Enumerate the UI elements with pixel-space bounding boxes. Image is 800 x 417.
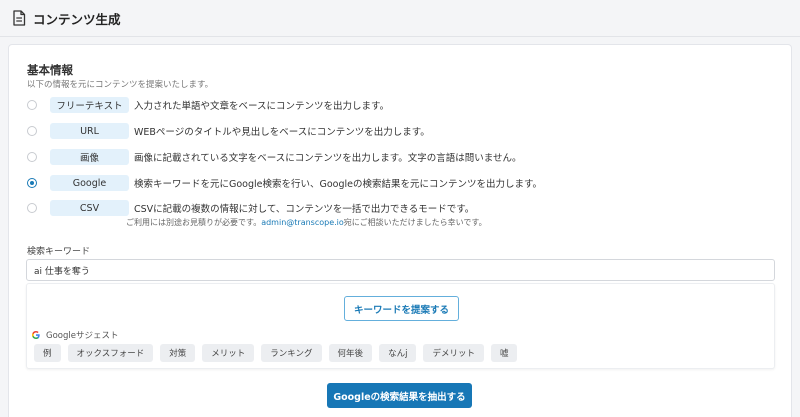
radio-csv[interactable] [27, 203, 37, 213]
suggest-chip[interactable]: メリット [202, 344, 255, 362]
keyword-label: 検索キーワード [27, 247, 91, 257]
option-description: WEBページのタイトルや見出しをベースにコンテンツを出力します。 [134, 127, 430, 138]
csv-note: ご利用には別途お見積りが必要です。admin@transcope.io宛にご相談… [126, 217, 487, 228]
suggest-chip[interactable]: 嘘 [490, 344, 518, 362]
suggest-panel: キーワードを提案する Googleサジェスト 例 オックスフォード 対策 メリッ… [26, 283, 775, 369]
suggest-chip[interactable]: ランキング [261, 344, 322, 362]
option-label: URL [50, 123, 129, 139]
option-label: 画像 [50, 149, 129, 165]
suggest-chips: 例 オックスフォード 対策 メリット ランキング 何年後 なんj デメリット 嘘 [34, 344, 524, 362]
suggest-chip[interactable]: オックスフォード [67, 344, 154, 362]
suggest-chip[interactable]: 何年後 [328, 344, 373, 362]
google-suggest-header: Googleサジェスト [31, 329, 118, 341]
option-description: 検索キーワードを元にGoogle検索を行い、Googleの検索結果を元にコンテン… [134, 179, 543, 190]
section-subtitle: 以下の情報を元にコンテンツを提案いたします。 [27, 80, 214, 90]
option-description: 入力された単語や文章をベースにコンテンツを出力します。 [134, 101, 390, 112]
header-divider [0, 36, 800, 37]
option-description: 画像に記載されている文字をベースにコンテンツを出力します。文字の言語は問いません… [134, 153, 522, 164]
suggest-chip[interactable]: 対策 [160, 344, 196, 362]
content-card: 基本情報 以下の情報を元にコンテンツを提案いたします。 フリーテキスト 入力され… [8, 44, 792, 417]
radio-free-text[interactable] [27, 100, 37, 110]
keyword-input[interactable] [26, 259, 775, 281]
option-label: Google [50, 175, 129, 191]
google-suggest-label: Googleサジェスト [46, 331, 119, 341]
suggest-chip[interactable]: 例 [34, 344, 61, 362]
option-free-text[interactable]: フリーテキスト 入力された単語や文章をベースにコンテンツを出力します。 [27, 97, 389, 113]
extract-google-results-button[interactable]: Googleの検索結果を抽出する [327, 383, 472, 408]
option-google[interactable]: Google 検索キーワードを元にGoogle検索を行い、Googleの検索結果… [27, 175, 542, 191]
option-csv[interactable]: CSV CSVに記載の複数の情報に対して、コンテンツを一括で出力できるモードです… [27, 200, 474, 216]
option-url[interactable]: URL WEBページのタイトルや見出しをベースにコンテンツを出力します。 [27, 123, 430, 139]
document-icon [13, 10, 26, 26]
option-label: CSV [50, 200, 129, 216]
google-logo-icon [32, 331, 40, 339]
page-header: コンテンツ生成 [0, 0, 800, 36]
option-image[interactable]: 画像 画像に記載されている文字をベースにコンテンツを出力します。文字の言語は問い… [27, 149, 522, 165]
radio-google[interactable] [27, 178, 37, 188]
suggest-chip[interactable]: デメリット [423, 344, 484, 362]
option-label: フリーテキスト [50, 97, 129, 113]
suggest-chip[interactable]: なんj [379, 344, 417, 362]
radio-image[interactable] [27, 152, 37, 162]
option-description: CSVに記載の複数の情報に対して、コンテンツを一括で出力できるモードです。 [134, 204, 475, 215]
propose-keywords-button[interactable]: キーワードを提案する [344, 296, 459, 321]
csv-note-prefix: ご利用には別途お見積りが必要です。 [126, 218, 262, 227]
contact-email-link[interactable]: admin@transcope.io [261, 218, 344, 227]
csv-note-suffix: 宛にご相談いただけましたら幸いです。 [343, 218, 487, 227]
section-title: 基本情報 [27, 63, 73, 77]
radio-url[interactable] [27, 126, 37, 136]
page-title: コンテンツ生成 [33, 11, 121, 27]
